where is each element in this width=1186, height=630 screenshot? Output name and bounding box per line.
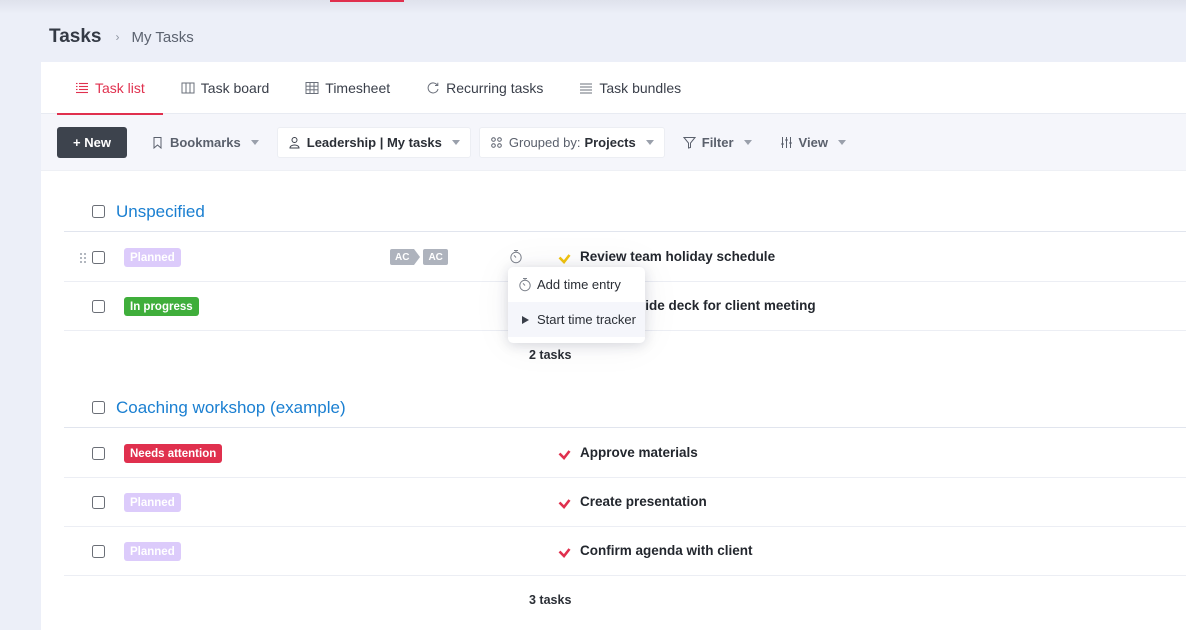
tab-label: Task board xyxy=(200,79,270,96)
checkmark-icon[interactable] xyxy=(558,545,571,558)
play-icon xyxy=(518,313,532,327)
task-checkbox[interactable] xyxy=(92,251,105,264)
group-select-checkbox[interactable] xyxy=(92,401,105,414)
top-nav-active-indicator xyxy=(330,0,404,2)
new-task-button[interactable]: + New xyxy=(57,126,127,158)
page-title: Tasks xyxy=(49,26,102,47)
checkmark-icon[interactable] xyxy=(558,251,571,264)
task-checkbox[interactable] xyxy=(92,545,105,558)
checkmark-icon[interactable] xyxy=(558,447,571,460)
avatar[interactable]: AC xyxy=(423,249,448,265)
chevron-down-icon xyxy=(645,139,654,145)
group-title[interactable]: Unspecified xyxy=(116,202,205,222)
menu-item-label: Add time entry xyxy=(537,277,621,292)
task-checkbox[interactable] xyxy=(92,447,105,460)
tab-timesheet[interactable]: Timesheet xyxy=(287,62,408,114)
start-time-tracker-item[interactable]: Start time tracker xyxy=(508,302,645,337)
tab-recurring-tasks[interactable]: Recurring tasks xyxy=(408,62,561,114)
status-badge[interactable]: Planned xyxy=(124,248,181,267)
grid-icon xyxy=(305,81,319,95)
group-select-checkbox[interactable] xyxy=(92,205,105,218)
group-task-count: 2 tasks xyxy=(529,348,572,362)
breadcrumb-current[interactable]: My Tasks xyxy=(131,29,193,46)
menu-item-label: Start time tracker xyxy=(537,312,636,327)
status-badge[interactable]: Planned xyxy=(124,542,181,561)
columns-icon xyxy=(181,81,195,95)
bookmarks-dropdown[interactable]: Bookmarks xyxy=(141,127,269,158)
assignee-chain: AC AC xyxy=(390,249,448,265)
page-header: Tasks › My Tasks xyxy=(49,25,194,49)
filter-label: Filter xyxy=(701,134,734,150)
view-options-dropdown[interactable]: View xyxy=(770,127,856,158)
tab-label: Timesheet xyxy=(325,79,391,96)
breadcrumb-separator: › xyxy=(115,30,120,44)
tab-label: Task list xyxy=(95,79,145,96)
sliders-icon xyxy=(780,136,793,149)
group-by-dropdown[interactable]: Grouped by: Projects xyxy=(478,126,665,158)
task-row[interactable]: Needs attention Approve materials xyxy=(64,429,1186,478)
tab-label: Recurring tasks xyxy=(446,79,544,96)
saved-view-label: Leadership | My tasks xyxy=(306,134,442,150)
task-panel: Task list Task board Timesheet Recurring… xyxy=(41,62,1186,630)
saved-view-selector[interactable]: Leadership | My tasks xyxy=(276,126,471,158)
list-icon xyxy=(75,81,89,95)
view-label: View xyxy=(798,134,828,150)
user-icon xyxy=(288,136,301,149)
chevron-down-icon xyxy=(250,139,259,145)
bookmark-icon xyxy=(151,136,164,149)
status-badge[interactable]: Planned xyxy=(124,493,181,512)
stopwatch-icon xyxy=(518,278,532,292)
bookmarks-label: Bookmarks xyxy=(169,134,241,150)
group-header-unspecified: Unspecified xyxy=(64,192,1186,232)
filter-dropdown[interactable]: Filter xyxy=(673,127,762,158)
group-by-prefix: Grouped by: xyxy=(508,134,581,150)
status-badge[interactable]: Needs attention xyxy=(124,444,223,463)
task-title[interactable]: Create presentation xyxy=(580,494,707,509)
task-title[interactable]: Confirm agenda with client xyxy=(580,543,753,558)
stopwatch-icon[interactable] xyxy=(509,249,523,264)
toolbar: + New Bookmarks Leadership | My tasks Gr… xyxy=(41,114,1186,171)
time-tracking-menu: Add time entry Start time tracker xyxy=(508,267,645,343)
status-badge[interactable]: In progress xyxy=(124,297,199,316)
tab-task-list[interactable]: Task list xyxy=(57,62,163,115)
avatar[interactable]: AC xyxy=(390,249,422,265)
tab-task-bundles[interactable]: Task bundles xyxy=(561,62,699,114)
group-icon xyxy=(490,136,503,149)
chevron-down-icon xyxy=(451,139,460,145)
stack-icon xyxy=(579,81,593,95)
checkmark-icon[interactable] xyxy=(558,496,571,509)
group-title[interactable]: Coaching workshop (example) xyxy=(116,398,346,418)
add-time-entry-item[interactable]: Add time entry xyxy=(508,267,645,302)
chevron-down-icon xyxy=(743,139,752,145)
task-checkbox[interactable] xyxy=(92,300,105,313)
filter-icon xyxy=(682,136,696,149)
task-title[interactable]: Review team holiday schedule xyxy=(580,249,775,264)
group-by-value: Projects xyxy=(584,134,636,150)
refresh-icon xyxy=(426,81,440,95)
tab-task-board[interactable]: Task board xyxy=(163,62,287,114)
top-bar-shadow xyxy=(0,0,1186,14)
task-checkbox[interactable] xyxy=(92,496,105,509)
group-header-coaching-workshop: Coaching workshop (example) xyxy=(64,388,1186,428)
drag-handle-icon[interactable] xyxy=(79,251,87,263)
view-tabs: Task list Task board Timesheet Recurring… xyxy=(41,62,1186,115)
group-task-count: 3 tasks xyxy=(529,593,572,607)
chevron-down-icon xyxy=(837,139,846,145)
tab-label: Task bundles xyxy=(599,79,682,96)
task-title[interactable]: Approve materials xyxy=(580,445,698,460)
task-row[interactable]: Planned Confirm agenda with client xyxy=(64,527,1186,576)
task-row[interactable]: Planned Create presentation xyxy=(64,478,1186,527)
